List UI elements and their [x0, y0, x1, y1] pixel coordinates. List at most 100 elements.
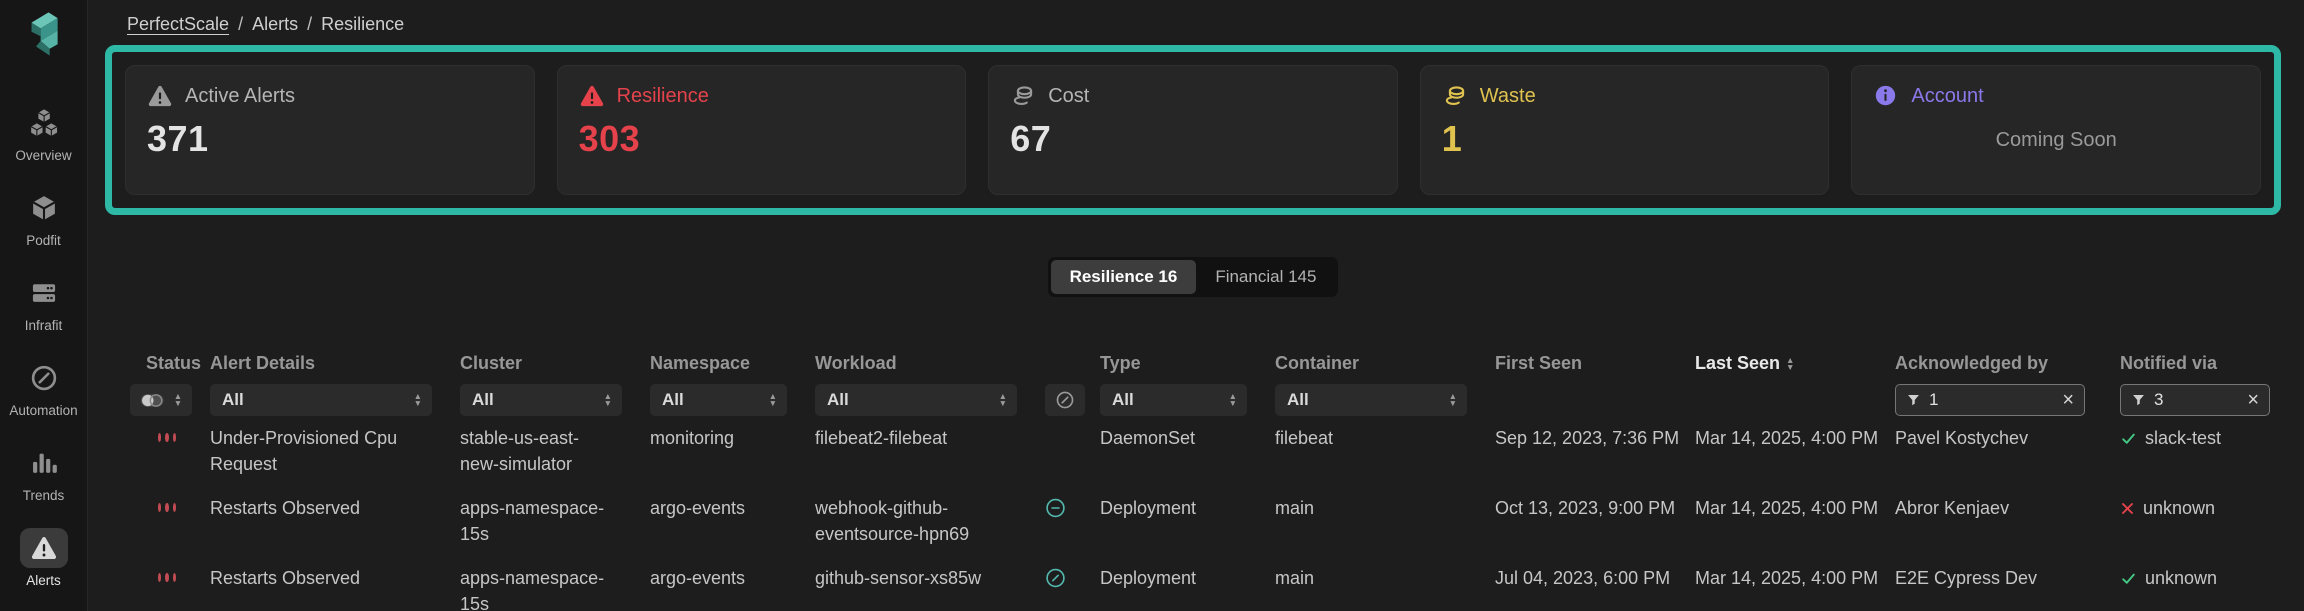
automation-filter-button[interactable]: [1045, 384, 1085, 416]
cell-workload: filebeat2-filebeat: [815, 425, 1045, 451]
stat-card-account[interactable]: Account Coming Soon: [1851, 65, 2261, 195]
coins-icon: [1010, 83, 1036, 109]
cell-type: DaemonSet: [1100, 425, 1275, 451]
severity-dots: [130, 565, 210, 582]
table-filter-row: ▲▼ All ▲▼ All ▲▼ All: [130, 384, 2271, 416]
cell-notified-via: slack-test: [2120, 425, 2270, 451]
cell-first-seen: Jul 04, 2023, 6:00 PM: [1495, 565, 1695, 591]
cell-container: main: [1275, 565, 1495, 591]
sidebar-item-label: Infrafit: [25, 318, 63, 333]
circle-minus-icon[interactable]: [1045, 497, 1066, 519]
breadcrumb-section: Alerts: [252, 14, 298, 35]
sidebar: Overview Podfit Infrafit: [0, 0, 88, 611]
stat-card-value: 371: [147, 118, 513, 160]
stat-card-value: 67: [1010, 118, 1376, 160]
column-header-namespace[interactable]: Namespace: [650, 353, 815, 374]
sidebar-item-podfit[interactable]: Podfit: [0, 188, 87, 248]
funnel-icon: [2131, 392, 2146, 408]
cell-first-seen: Oct 13, 2023, 9:00 PM: [1495, 495, 1695, 521]
breadcrumb-root-link[interactable]: PerfectScale: [127, 14, 229, 35]
sidebar-item-infrafit[interactable]: Infrafit: [0, 273, 87, 333]
cell-cluster: stable-us-east-new-simulator: [460, 425, 650, 477]
automation-icon: [20, 358, 68, 398]
clear-filter-icon[interactable]: ×: [2062, 390, 2074, 410]
cell-notified-via: unknown: [2120, 495, 2270, 521]
column-header-notified-via[interactable]: Notified via: [2120, 353, 2270, 374]
perfectscale-logo-icon[interactable]: [21, 9, 67, 59]
column-header-status[interactable]: Status: [130, 353, 210, 374]
status-filter-dropdown[interactable]: ▲▼: [130, 384, 192, 416]
sort-arrows-icon: ▲▼: [1786, 357, 1794, 371]
cell-automation: [1045, 565, 1100, 589]
cell-cluster: apps-namespace-15s: [460, 495, 650, 547]
sidebar-item-alerts[interactable]: Alerts: [0, 528, 87, 588]
cube-icon: [20, 188, 68, 228]
severity-dots: [130, 425, 210, 442]
spinner-arrows-icon: ▲▼: [604, 393, 612, 407]
main-content: PerfectScale / Alerts / Resilience Activ…: [88, 0, 2304, 611]
stat-card-label: Waste: [1480, 85, 1536, 108]
column-header-workload[interactable]: Workload: [815, 353, 1045, 374]
cell-notified-via: unknown: [2120, 565, 2270, 591]
type-filter-dropdown[interactable]: All ▲▼: [1100, 384, 1247, 416]
acknowledged-by-filter-chip[interactable]: 1 ×: [1895, 384, 2085, 416]
column-header-type[interactable]: Type: [1100, 353, 1275, 374]
info-icon: [1873, 83, 1899, 109]
table-row[interactable]: Under-Provisioned Cpu Request stable-us-…: [130, 416, 2271, 486]
tabs-row: Resilience 16 Financial 145: [105, 257, 2281, 297]
breadcrumb-separator: /: [307, 14, 312, 35]
namespace-filter-dropdown[interactable]: All ▲▼: [650, 384, 787, 416]
servers-icon: [20, 273, 68, 313]
warning-triangle-icon: [579, 83, 605, 109]
tab-resilience[interactable]: Resilience 16: [1051, 260, 1197, 294]
cell-namespace: argo-events: [650, 495, 815, 521]
cell-type: Deployment: [1100, 565, 1275, 591]
circle-slash-icon[interactable]: [1045, 567, 1066, 589]
stat-card-label: Active Alerts: [185, 85, 295, 108]
spinner-arrows-icon: ▲▼: [1449, 393, 1457, 407]
sidebar-item-label: Alerts: [26, 573, 61, 588]
cell-cluster: apps-namespace-15s: [460, 565, 650, 611]
table-row[interactable]: Restarts Observed apps-namespace-15s arg…: [130, 556, 2271, 611]
sidebar-item-automation[interactable]: Automation: [0, 358, 87, 418]
sidebar-item-label: Automation: [9, 403, 77, 418]
stat-card-waste[interactable]: Waste 1: [1420, 65, 1830, 195]
tab-financial[interactable]: Financial 145: [1196, 260, 1335, 294]
alert-details-filter-dropdown[interactable]: All ▲▼: [210, 384, 432, 416]
cell-first-seen: Sep 12, 2023, 7:36 PM: [1495, 425, 1695, 451]
column-header-acknowledged-by[interactable]: Acknowledged by: [1895, 353, 2120, 374]
cell-workload: github-sensor-xs85w: [815, 565, 1045, 591]
column-header-last-seen[interactable]: Last Seen ▲▼: [1695, 353, 1895, 374]
stat-card-value: 303: [579, 118, 945, 160]
stat-card-active-alerts[interactable]: Active Alerts 371: [125, 65, 535, 195]
column-header-container[interactable]: Container: [1275, 353, 1495, 374]
sidebar-item-trends[interactable]: Trends: [0, 443, 87, 503]
container-filter-dropdown[interactable]: All ▲▼: [1275, 384, 1467, 416]
stat-card-label: Resilience: [617, 85, 709, 108]
check-icon: [2120, 430, 2137, 447]
stat-card-label: Cost: [1048, 85, 1089, 108]
coming-soon-text: Coming Soon: [1873, 129, 2239, 152]
table-row[interactable]: Restarts Observed apps-namespace-15s arg…: [130, 486, 2271, 556]
clear-filter-icon[interactable]: ×: [2247, 390, 2259, 410]
breadcrumb-page: Resilience: [321, 14, 404, 35]
sidebar-item-label: Podfit: [26, 233, 61, 248]
breadcrumb: PerfectScale / Alerts / Resilience: [127, 14, 2281, 35]
x-icon: [2120, 501, 2135, 516]
cell-acknowledged-by: E2E Cypress Dev: [1895, 565, 2120, 591]
spinner-arrows-icon: ▲▼: [414, 393, 422, 407]
cell-acknowledged-by: Abror Kenjaev: [1895, 495, 2120, 521]
column-header-cluster[interactable]: Cluster: [460, 353, 650, 374]
notified-via-filter-chip[interactable]: 3 ×: [2120, 384, 2270, 416]
column-header-first-seen[interactable]: First Seen: [1495, 353, 1695, 374]
column-header-alert-details[interactable]: Alert Details: [210, 353, 460, 374]
sidebar-item-overview[interactable]: Overview: [0, 103, 87, 163]
cell-acknowledged-by: Pavel Kostychev: [1895, 425, 2120, 451]
cell-last-seen: Mar 14, 2025, 4:00 PM: [1695, 425, 1895, 451]
cluster-filter-dropdown[interactable]: All ▲▼: [460, 384, 622, 416]
stat-card-cost[interactable]: Cost 67: [988, 65, 1398, 195]
stat-card-resilience[interactable]: Resilience 303: [557, 65, 967, 195]
cell-namespace: monitoring: [650, 425, 815, 451]
workload-filter-dropdown[interactable]: All ▲▼: [815, 384, 1017, 416]
sidebar-item-label: Trends: [23, 488, 65, 503]
